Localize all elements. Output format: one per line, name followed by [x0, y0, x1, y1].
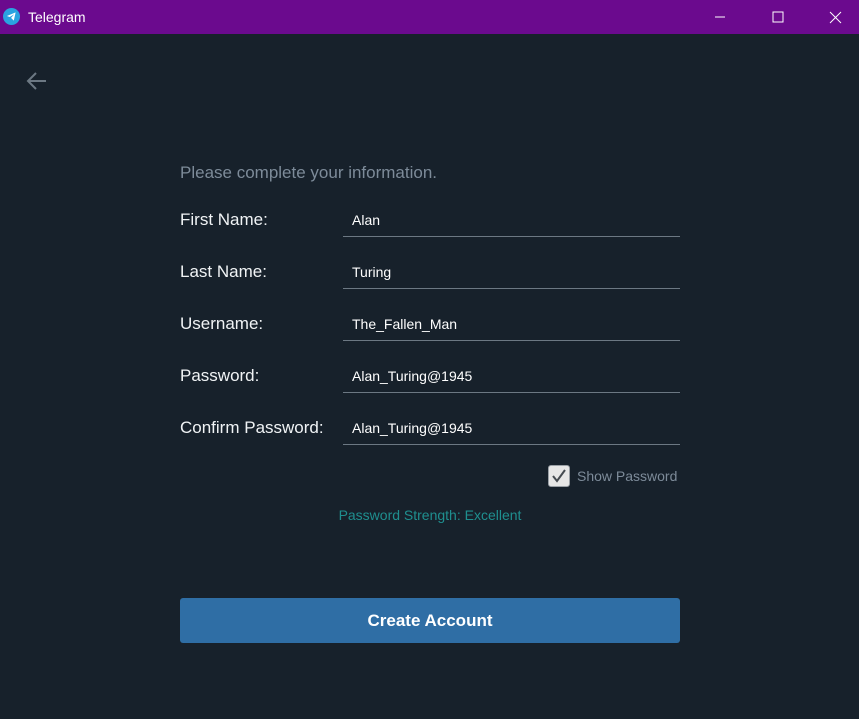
password-label: Password:	[180, 366, 260, 385]
first-name-row: First Name:	[180, 199, 680, 243]
show-password-toggle[interactable]: Show Password	[548, 464, 677, 488]
minimize-icon	[715, 16, 725, 18]
password-input[interactable]	[343, 355, 680, 393]
title-bar: Telegram	[0, 0, 859, 34]
first-name-input[interactable]	[343, 199, 680, 237]
last-name-input[interactable]	[343, 251, 680, 289]
last-name-label: Last Name:	[180, 262, 267, 281]
show-password-checkbox[interactable]	[548, 465, 570, 487]
form-intro: Please complete your information.	[180, 163, 438, 182]
window-title: Telegram	[28, 9, 86, 25]
back-button[interactable]	[24, 68, 50, 94]
confirm-password-label: Confirm Password:	[180, 418, 324, 437]
last-name-row: Last Name:	[180, 251, 680, 295]
create-account-button[interactable]: Create Account	[180, 598, 680, 643]
show-password-label: Show Password	[577, 468, 678, 484]
password-strength: Password Strength: Excellent	[338, 507, 522, 523]
maximize-button[interactable]	[749, 0, 807, 34]
confirm-password-input[interactable]	[343, 407, 680, 445]
username-input[interactable]	[343, 303, 680, 341]
telegram-logo-icon	[3, 8, 20, 25]
arrow-left-icon	[26, 72, 46, 90]
minimize-button[interactable]	[691, 0, 749, 34]
confirm-password-row: Confirm Password:	[180, 407, 680, 451]
first-name-label: First Name:	[180, 210, 268, 229]
checkmark-icon	[552, 469, 566, 483]
password-row: Password:	[180, 355, 680, 399]
username-label: Username:	[180, 314, 264, 333]
maximize-icon	[772, 11, 784, 23]
close-button[interactable]	[806, 0, 859, 34]
close-icon	[829, 11, 841, 23]
username-row: Username:	[180, 303, 680, 347]
